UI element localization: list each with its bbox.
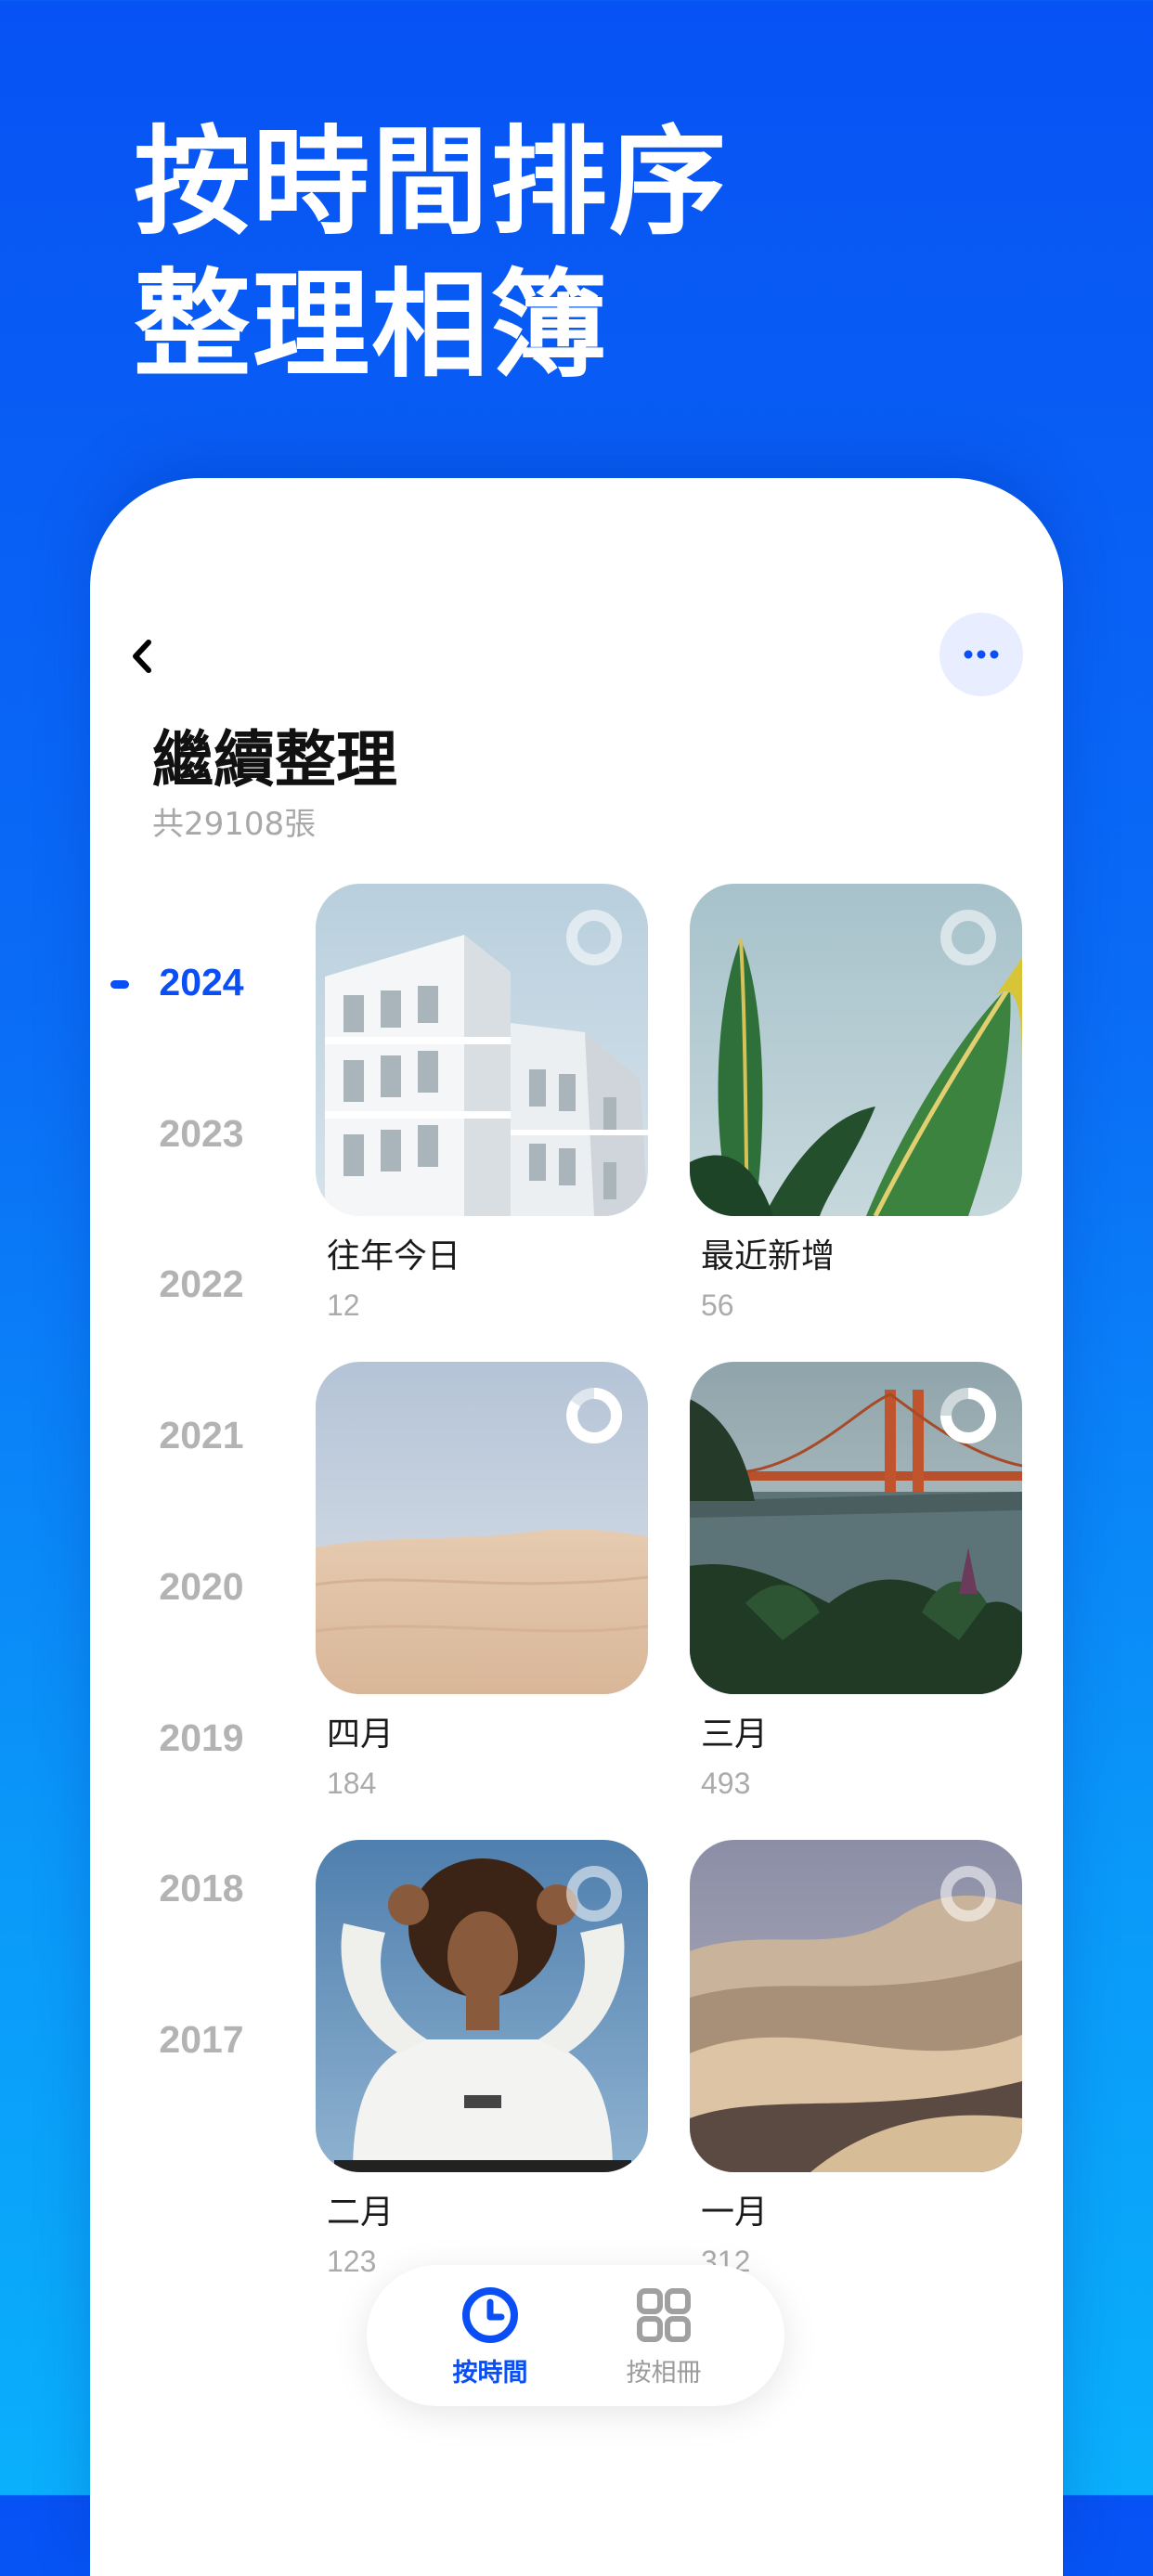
more-horizontal-icon: [964, 650, 999, 659]
album-thumbnail[interactable]: [316, 1840, 648, 2172]
headline-line-1: 按時間排序: [134, 114, 728, 251]
year-2023[interactable]: 2023: [90, 1112, 313, 1156]
album-thumbnail[interactable]: [316, 1362, 648, 1694]
progress-ring: [566, 910, 622, 965]
progress-ring: [566, 1387, 623, 1443]
album-count: 12: [327, 1288, 360, 1322]
year-2020[interactable]: 2020: [90, 1565, 313, 1609]
tab-by-album[interactable]: 按相冊: [599, 2285, 729, 2388]
headline-line-2: 整理相簿: [134, 257, 609, 394]
year-2019[interactable]: 2019: [90, 1716, 313, 1760]
tab-by-time[interactable]: 按時間: [425, 2285, 555, 2388]
album-count: 493: [701, 1767, 751, 1800]
bottom-tab-bar: 按時間 按相冊: [367, 2265, 784, 2406]
album-thumbnail[interactable]: [690, 884, 1022, 1216]
year-2022[interactable]: 2022: [90, 1262, 313, 1306]
album-thumbnail[interactable]: [690, 1840, 1022, 2172]
album-card[interactable]: 三月 493: [690, 1362, 1022, 1801]
progress-ring: [566, 1866, 622, 1922]
album-count: 56: [701, 1288, 734, 1322]
album-card[interactable]: 四月 184: [316, 1362, 648, 1801]
year-2024[interactable]: 2024: [90, 961, 313, 1004]
chevron-left-icon: [133, 640, 151, 673]
more-button[interactable]: [939, 613, 1023, 696]
album-name: 四月: [327, 1715, 395, 1754]
album-name: 往年今日: [327, 1237, 461, 1275]
year-2017[interactable]: 2017: [90, 2018, 313, 2062]
album-count: 184: [327, 1767, 377, 1800]
album-name: 一月: [701, 2194, 769, 2232]
album-card[interactable]: 一月 312: [690, 1840, 1022, 2279]
progress-ring: [940, 910, 996, 965]
progress-ring: [940, 1866, 996, 1922]
year-2021[interactable]: 2021: [90, 1414, 313, 1457]
album-thumbnail[interactable]: [316, 884, 648, 1216]
grid-icon: [637, 2288, 691, 2342]
album-card[interactable]: 二月 123: [316, 1840, 648, 2279]
album-thumbnail[interactable]: [690, 1362, 1022, 1694]
clock-icon: [462, 2287, 518, 2343]
album-name: 三月: [701, 1715, 769, 1754]
page-title: 繼續整理: [152, 724, 397, 796]
tab-label: 按相冊: [626, 2359, 702, 2388]
album-name: 最近新增: [701, 1237, 836, 1275]
year-2018[interactable]: 2018: [90, 1867, 313, 1910]
phone-screen: 繼續整理 共29108張 2024 2023 2022 2021 2020 20…: [90, 478, 1063, 2576]
album-name: 二月: [327, 2194, 395, 2232]
progress-ring: [940, 1388, 996, 1443]
album-card[interactable]: 最近新增 56: [690, 884, 1022, 1323]
tab-label: 按時間: [452, 2359, 528, 2388]
back-button[interactable]: [122, 636, 162, 677]
album-card[interactable]: 往年今日 12: [316, 884, 648, 1323]
promo-headline: 按時間排序 整理相簿: [134, 111, 728, 397]
photo-total-count: 共29108張: [152, 806, 317, 843]
